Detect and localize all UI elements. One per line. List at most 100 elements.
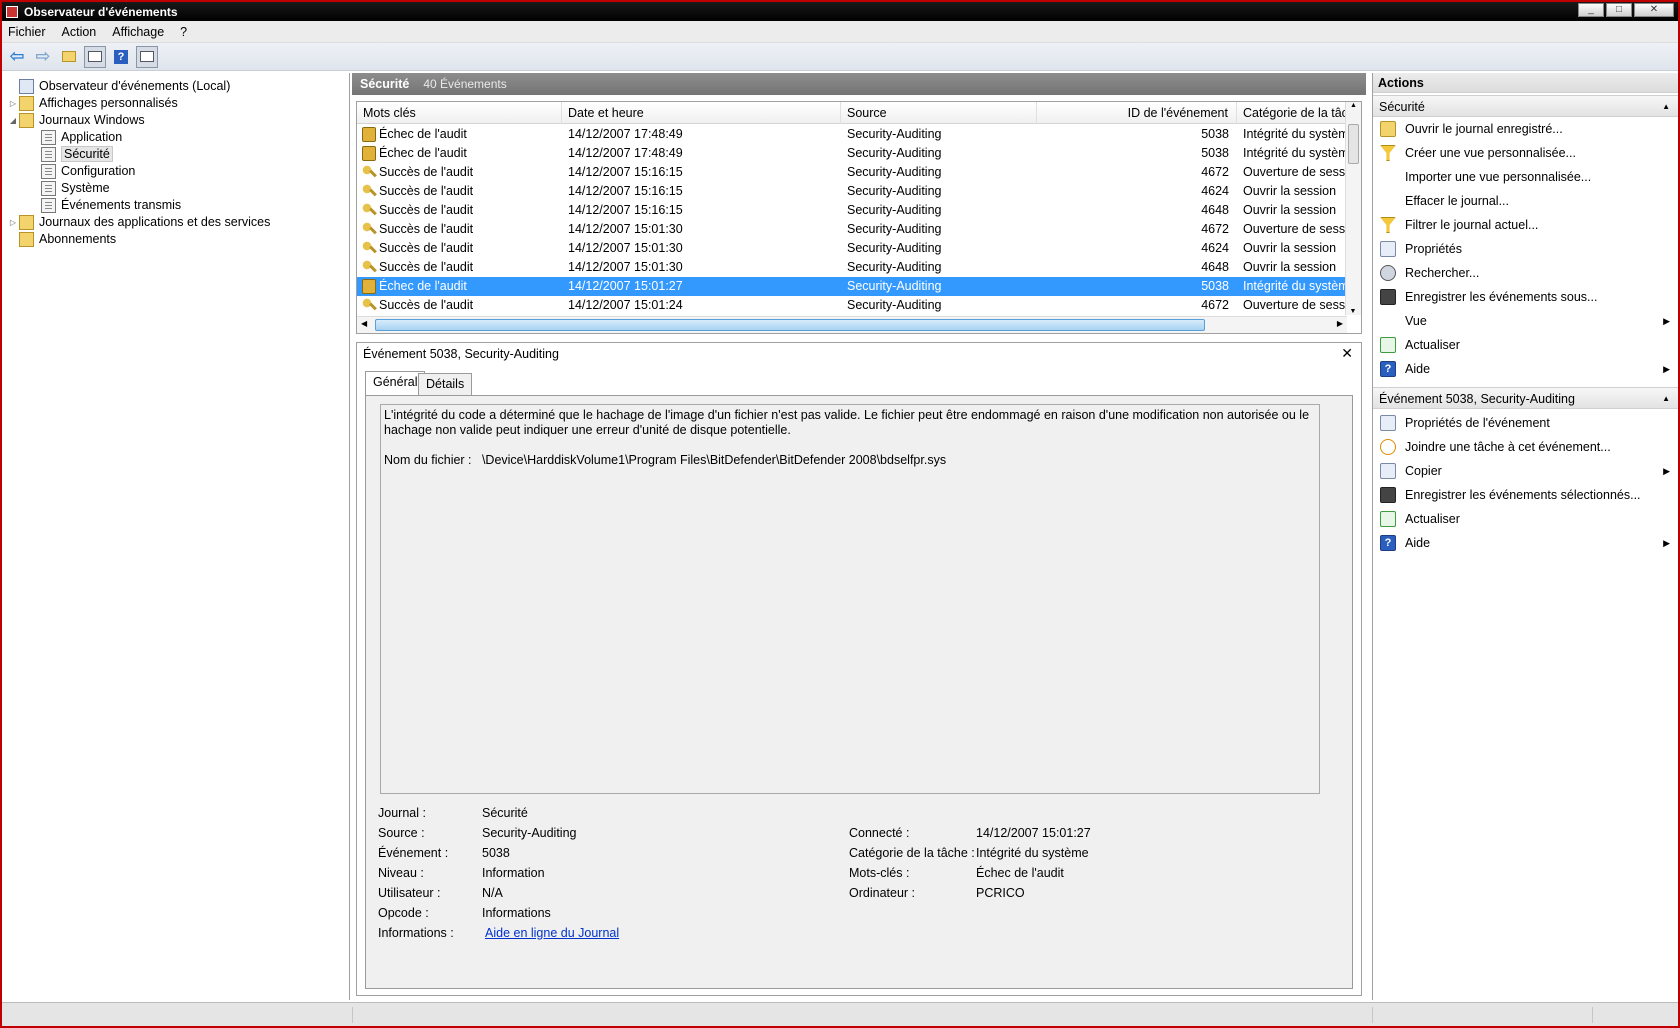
event-list-horizontal-scrollbar[interactable]: ◀ ▶	[357, 316, 1347, 333]
action-item[interactable]: Propriétés	[1373, 237, 1678, 261]
toolbar: ⇦ ⇨ ?	[2, 43, 1678, 71]
table-row[interactable]: Succès de l'audit 14/12/2007 15:16:15 Secu…	[357, 163, 1347, 182]
cell-event-id: 4624	[1201, 184, 1229, 198]
menu-affichage[interactable]: Affichage	[112, 25, 164, 39]
maximize-button[interactable]: □	[1606, 3, 1632, 17]
action-item[interactable]: Effacer le journal...	[1373, 189, 1678, 213]
tree-item-subscriptions[interactable]: Abonnements	[7, 230, 116, 248]
collapse-arrow-icon[interactable]: ▲	[1662, 96, 1670, 118]
action-item[interactable]: Ouvrir le journal enregistré...	[1373, 117, 1678, 141]
action-label: Actualiser	[1405, 512, 1460, 526]
action-item[interactable]: Actualiser	[1373, 507, 1678, 531]
tree-item-security[interactable]: Sécurité	[41, 145, 113, 163]
tree-item-custom-views[interactable]: ▷ Affichages personnalisés	[7, 94, 178, 112]
tab-general[interactable]: Général	[365, 371, 426, 395]
folder-up-icon[interactable]	[58, 46, 80, 68]
menu-bar: Fichier Action Affichage ?	[2, 21, 1678, 43]
collapse-arrow-icon[interactable]: ◢	[7, 116, 19, 125]
expand-arrow-icon[interactable]: ▷	[7, 99, 19, 108]
action-item[interactable]: ? Aide ▶	[1373, 531, 1678, 555]
minimize-button[interactable]: _	[1578, 3, 1604, 17]
help-icon[interactable]: ?	[110, 46, 132, 68]
tab-details[interactable]: Détails	[418, 373, 473, 395]
tree-item-windows-logs[interactable]: ◢ Journaux Windows	[7, 111, 145, 129]
action-item[interactable]: Filtrer le journal actuel...	[1373, 213, 1678, 237]
tree-item-app-service-logs[interactable]: ▷ Journaux des applications et des servi…	[7, 213, 270, 231]
close-button[interactable]: ✕	[1634, 3, 1674, 17]
cell-source: Security-Auditing	[847, 279, 942, 293]
scroll-thumb[interactable]	[1348, 124, 1359, 164]
column-header-keywords[interactable]: Mots clés	[357, 102, 562, 124]
action-item[interactable]: Importer une vue personnalisée...	[1373, 165, 1678, 189]
action-item[interactable]: Rechercher...	[1373, 261, 1678, 285]
table-row[interactable]: Échec de l'audit 14/12/2007 17:48:49 Secur…	[357, 144, 1347, 163]
folder-icon	[19, 112, 34, 128]
tree-item-configuration[interactable]: Configuration	[41, 162, 135, 180]
event-list-vertical-scrollbar[interactable]: ▲ ▼	[1345, 102, 1361, 315]
tree-item-application[interactable]: Application	[41, 128, 122, 146]
action-item[interactable]: Vue ▶	[1373, 309, 1678, 333]
action-item[interactable]: ? Aide ▶	[1373, 357, 1678, 381]
table-row[interactable]: Succès de l'audit 14/12/2007 15:01:24 Secu…	[357, 296, 1347, 315]
cell-source: Security-Auditing	[847, 146, 942, 160]
online-help-link[interactable]: Aide en ligne du Journal	[485, 926, 619, 940]
table-row[interactable]: Échec de l'audit 14/12/2007 17:48:49 Secur…	[357, 125, 1347, 144]
column-header-task-category[interactable]: Catégorie de la tâche	[1237, 102, 1347, 124]
table-row[interactable]: Succès de l'audit 14/12/2007 15:01:30 Secu…	[357, 239, 1347, 258]
cell-event-id: 4672	[1201, 298, 1229, 312]
cell-date: 14/12/2007 15:16:15	[568, 203, 683, 217]
cell-source: Security-Auditing	[847, 241, 942, 255]
expand-arrow-icon[interactable]: ▷	[7, 218, 19, 227]
event-description[interactable]: L'intégrité du code a déterminé que le h…	[380, 404, 1320, 794]
task-icon	[1380, 439, 1396, 455]
column-header-source[interactable]: Source	[841, 102, 1037, 124]
forward-arrow-icon[interactable]: ⇨	[32, 46, 54, 68]
collapse-arrow-icon[interactable]: ▲	[1662, 388, 1670, 410]
action-label: Rechercher...	[1405, 266, 1480, 280]
cell-event-id: 4672	[1201, 165, 1229, 179]
close-icon[interactable]: ✕	[1341, 345, 1353, 362]
column-header-date[interactable]: Date et heure	[562, 102, 841, 124]
action-item[interactable]: Créer une vue personnalisée...	[1373, 141, 1678, 165]
log-icon	[41, 129, 56, 145]
action-item[interactable]: Enregistrer les événements sélectionnés.…	[1373, 483, 1678, 507]
save-icon	[1380, 487, 1396, 503]
submenu-arrow-icon: ▶	[1663, 316, 1670, 326]
table-row[interactable]: Succès de l'audit 14/12/2007 15:01:30 Secu…	[357, 220, 1347, 239]
table-row[interactable]: Échec de l'audit 14/12/2007 15:01:27 Secur…	[357, 277, 1347, 296]
action-item[interactable]: Actualiser	[1373, 333, 1678, 357]
key-icon	[362, 165, 376, 180]
lock-icon	[362, 146, 376, 161]
refresh-icon	[1380, 337, 1396, 353]
key-icon	[362, 203, 376, 218]
cell-source: Security-Auditing	[847, 298, 942, 312]
menu-action[interactable]: Action	[62, 25, 97, 39]
menu-help[interactable]: ?	[180, 25, 187, 39]
log-header: Sécurité 40 Événements	[352, 73, 1366, 95]
tree-item-root[interactable]: Observateur d'événements (Local)	[7, 77, 230, 95]
menu-fichier[interactable]: Fichier	[8, 25, 46, 39]
table-row[interactable]: Succès de l'audit 14/12/2007 15:16:15 Secu…	[357, 182, 1347, 201]
action-item[interactable]: Copier ▶	[1373, 459, 1678, 483]
show-hide-tree-icon[interactable]	[84, 45, 106, 68]
action-item[interactable]: Joindre une tâche à cet événement...	[1373, 435, 1678, 459]
back-arrow-icon[interactable]: ⇦	[6, 46, 28, 68]
action-item[interactable]: Enregistrer les événements sous...	[1373, 285, 1678, 309]
tree-item-forwarded-events[interactable]: Événements transmis	[41, 196, 181, 214]
key-icon	[362, 222, 376, 237]
scroll-thumb[interactable]	[375, 319, 1205, 331]
action-item[interactable]: Propriétés de l'événement	[1373, 411, 1678, 435]
filter-icon	[1380, 145, 1396, 161]
table-row[interactable]: Succès de l'audit 14/12/2007 15:01:30 Secu…	[357, 258, 1347, 277]
cell-task-category: Intégrité du système	[1243, 146, 1347, 160]
tree-item-system[interactable]: Système	[41, 179, 110, 197]
actions-group-event[interactable]: Événement 5038, Security-Auditing ▲	[1373, 387, 1678, 409]
column-header-event-id[interactable]: ID de l'événement	[1037, 102, 1237, 124]
event-detail-title: Événement 5038, Security-Auditing	[363, 347, 559, 361]
cell-source: Security-Auditing	[847, 203, 942, 217]
event-viewer-window: Observateur d'événements _ □ ✕ Fichier A…	[0, 0, 1680, 1028]
table-row[interactable]: Succès de l'audit 14/12/2007 15:16:15 Secu…	[357, 201, 1347, 220]
actions-group-security[interactable]: Sécurité ▲	[1373, 95, 1678, 117]
event-properties-right: Connecté :14/12/2007 15:01:27 Catégorie …	[849, 826, 1091, 900]
show-hide-actions-icon[interactable]	[136, 45, 158, 68]
